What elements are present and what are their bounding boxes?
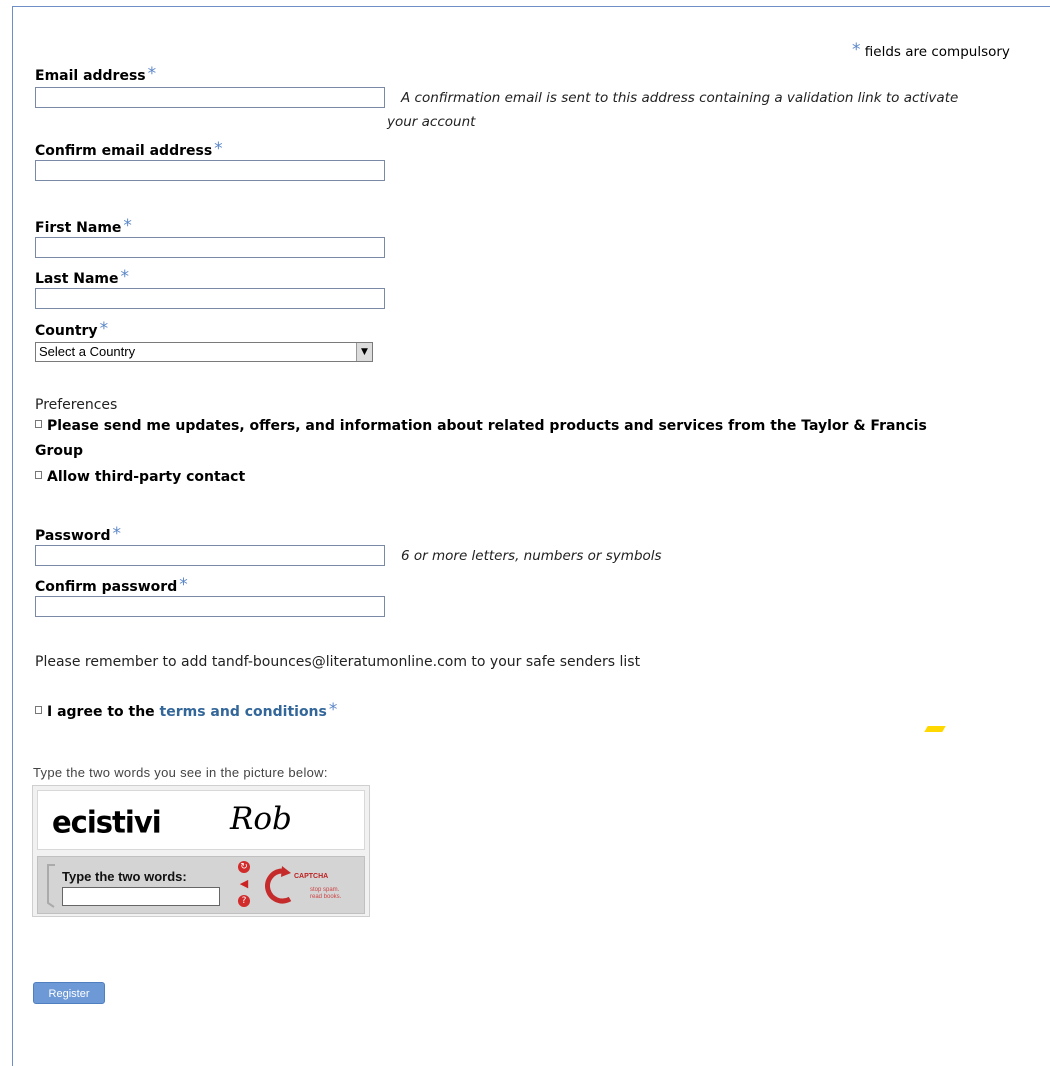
required-star: * bbox=[147, 64, 157, 84]
confirm-email-label-text: Confirm email address bbox=[35, 143, 213, 159]
captcha-widget: ecistivi Rob Type the two words: ↻ ◀ ? C… bbox=[32, 785, 370, 917]
captcha-tagline: stop spam. read books. bbox=[310, 887, 341, 901]
form-frame-top-border bbox=[12, 6, 1050, 7]
password-note: 6 or more letters, numbers or symbols bbox=[401, 548, 662, 564]
required-star: * bbox=[328, 700, 338, 720]
required-star: * bbox=[852, 40, 861, 60]
required-star: * bbox=[179, 575, 188, 595]
first-name-field[interactable] bbox=[35, 237, 385, 258]
email-note-line2: your account bbox=[387, 114, 476, 130]
compulsory-note: * fields are compulsory bbox=[850, 40, 1010, 60]
captcha-word-2: Rob bbox=[230, 801, 292, 837]
captcha-tagline-2: read books. bbox=[310, 894, 342, 900]
confirm-email-label: Confirm email address * bbox=[35, 139, 223, 159]
terms-link[interactable]: terms and conditions bbox=[160, 704, 327, 720]
password-label: Password * bbox=[35, 524, 121, 544]
country-select[interactable]: Select a Country bbox=[35, 342, 373, 362]
first-name-label-text: First Name bbox=[35, 220, 122, 236]
confirm-password-field[interactable] bbox=[35, 596, 385, 617]
terms-row: I agree to the terms and conditions * bbox=[35, 700, 337, 722]
form-frame-left-border bbox=[12, 6, 13, 1066]
required-star: * bbox=[214, 139, 223, 159]
captcha-logo-text: CAPTCHA bbox=[294, 873, 329, 880]
email-note-line1: A confirmation email is sent to this add… bbox=[401, 90, 959, 106]
captcha-input[interactable] bbox=[62, 887, 220, 906]
preference-third-party-text: Allow third-party contact bbox=[47, 469, 246, 485]
required-star: * bbox=[120, 267, 130, 287]
country-label: Country * bbox=[35, 319, 108, 339]
confirm-password-label: Confirm password * bbox=[35, 575, 188, 595]
last-name-label-text: Last Name bbox=[35, 271, 119, 287]
preferences-heading: Preferences bbox=[35, 397, 118, 413]
country-label-text: Country bbox=[35, 323, 98, 339]
last-name-field[interactable] bbox=[35, 288, 385, 309]
preference-third-party: Allow third-party contact bbox=[35, 467, 245, 487]
preference-updates-text: Please send me updates, offers, and info… bbox=[47, 418, 927, 434]
email-field[interactable] bbox=[35, 87, 385, 108]
refresh-icon[interactable]: ↻ bbox=[238, 861, 250, 873]
third-party-checkbox[interactable] bbox=[35, 471, 42, 479]
email-label-text: Email address bbox=[35, 68, 146, 84]
safe-senders-note: Please remember to add tandf-bounces@lit… bbox=[35, 654, 641, 670]
confirm-email-field[interactable] bbox=[35, 160, 385, 181]
chevron-down-icon[interactable]: ▼ bbox=[356, 343, 372, 361]
register-button[interactable]: Register bbox=[33, 982, 105, 1004]
password-label-text: Password bbox=[35, 528, 111, 544]
required-star: * bbox=[123, 216, 132, 236]
compulsory-note-text: fields are compulsory bbox=[864, 44, 1010, 60]
captcha-instruction: Type the two words you see in the pictur… bbox=[33, 765, 328, 780]
captcha-controls: Type the two words: ↻ ◀ ? CAPTCHA stop s… bbox=[37, 856, 365, 914]
captcha-tagline-1: stop spam. bbox=[310, 887, 340, 893]
terms-prefix: I agree to the bbox=[47, 704, 155, 720]
captcha-image: ecistivi Rob bbox=[37, 790, 365, 850]
help-icon[interactable]: ? bbox=[238, 895, 250, 907]
captcha-input-label: Type the two words: bbox=[62, 869, 187, 884]
preference-updates-line2: Group bbox=[35, 443, 84, 459]
captcha-word-1: ecistivi bbox=[52, 804, 162, 840]
password-field[interactable] bbox=[35, 545, 385, 566]
terms-checkbox[interactable] bbox=[35, 706, 42, 714]
email-label: Email address * bbox=[35, 64, 156, 84]
required-star: * bbox=[112, 524, 121, 544]
updates-checkbox[interactable] bbox=[35, 420, 42, 428]
audio-icon[interactable]: ◀ bbox=[238, 878, 250, 890]
highlight-mark bbox=[924, 726, 946, 732]
preference-updates: Please send me updates, offers, and info… bbox=[35, 416, 1035, 436]
last-name-label: Last Name * bbox=[35, 267, 129, 287]
captcha-bracket-icon bbox=[47, 864, 55, 908]
first-name-label: First Name * bbox=[35, 216, 132, 236]
confirm-password-label-text: Confirm password bbox=[35, 579, 178, 595]
required-star: * bbox=[99, 319, 109, 339]
